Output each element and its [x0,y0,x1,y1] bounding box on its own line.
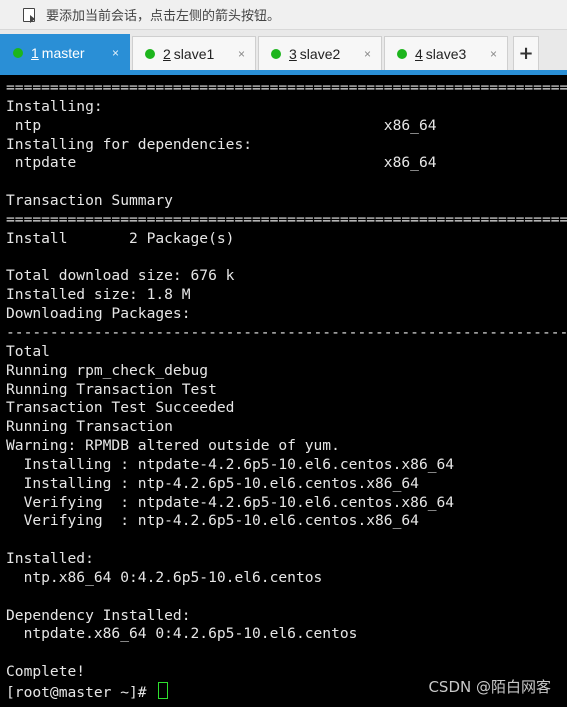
tab-number: 3 [289,45,297,62]
tab-number: 1 [31,44,39,61]
terminal-line: ----------------------------------------… [6,323,567,341]
connected-status-icon [13,47,23,58]
terminal-line: Verifying : ntp-4.2.6p5-10.el6.centos.x8… [6,512,419,530]
terminal-line: Transaction Summary [6,192,173,210]
terminal-line: Running Transaction [6,418,173,436]
terminal-line: Installing : ntpdate-4.2.6p5-10.el6.cent… [6,455,455,473]
tab-slave1[interactable]: 2 slave1 × [132,36,256,70]
add-session-icon[interactable] [22,7,38,23]
close-tab-icon[interactable]: × [112,46,119,60]
terminal-line: Downloading Packages: [6,305,191,323]
tab-number: 4 [415,45,423,62]
terminal-line: Installed size: 1.8 M [6,286,191,304]
tab-label: slave3 [425,45,467,62]
terminal-line: Complete! [6,663,86,681]
connected-status-icon [397,48,407,59]
session-tab-bar: 1 master × 2 slave1 × 3 slave2 × 4 slave… [0,30,567,70]
terminal-line: Total [6,342,50,360]
terminal-line: Installed: [6,550,94,568]
info-hint-bar: 要添加当前会话，点击左侧的箭头按钮。 [0,0,567,30]
terminal-line: Transaction Test Succeeded [6,399,235,417]
terminal-line: Installing: [6,97,103,115]
terminal-window[interactable]: ========================================… [0,75,567,707]
terminal-line: Warning: RPMDB altered outside of yum. [6,437,340,455]
tab-slave3[interactable]: 4 slave3 × [384,36,508,70]
terminal-line: ========================================… [6,79,567,96]
terminal-line: Running rpm_check_debug [6,361,209,379]
close-tab-icon[interactable]: × [490,47,497,61]
tab-label: slave2 [299,45,341,62]
watermark: CSDN @陌白网客 [428,678,551,696]
terminal-lines: ========================================… [6,79,567,680]
terminal-line: ntpdate.x86_64 0:4.2.6p5-10.el6.centos [6,625,358,643]
tab-master[interactable]: 1 master × [0,34,130,70]
shell-prompt: [root@master ~]# [6,684,156,701]
tab-number: 2 [163,45,171,62]
terminal-line: Installing for dependencies: [6,135,253,153]
terminal-cursor [158,682,169,699]
tab-label: slave1 [173,45,215,62]
hint-text: 要添加当前会话，点击左侧的箭头按钮。 [46,9,281,24]
terminal-line: Running Transaction Test [6,380,217,398]
tab-label: master [41,44,85,61]
terminal-line: Total download size: 676 k [6,267,235,285]
add-tab-button[interactable]: + [513,36,539,70]
tab-slave2[interactable]: 3 slave2 × [258,36,382,70]
terminal-line: ntp.x86_64 0:4.2.6p5-10.el6.centos [6,568,323,586]
connected-status-icon [145,48,155,59]
close-tab-icon[interactable]: × [364,47,371,61]
terminal-line: ========================================… [6,210,567,228]
terminal-line: ntp x86_64 [6,116,437,134]
terminal-line: Install 2 Package(s) [6,229,235,247]
connected-status-icon [271,48,281,59]
terminal-line: Verifying : ntpdate-4.2.6p5-10.el6.cento… [6,493,455,511]
terminal-output: ========================================… [6,79,567,703]
close-tab-icon[interactable]: × [238,47,245,61]
terminal-line: ntpdate x86_64 [6,154,437,172]
terminal-line: Dependency Installed: [6,606,191,624]
terminal-line: Installing : ntp-4.2.6p5-10.el6.centos.x… [6,474,419,492]
